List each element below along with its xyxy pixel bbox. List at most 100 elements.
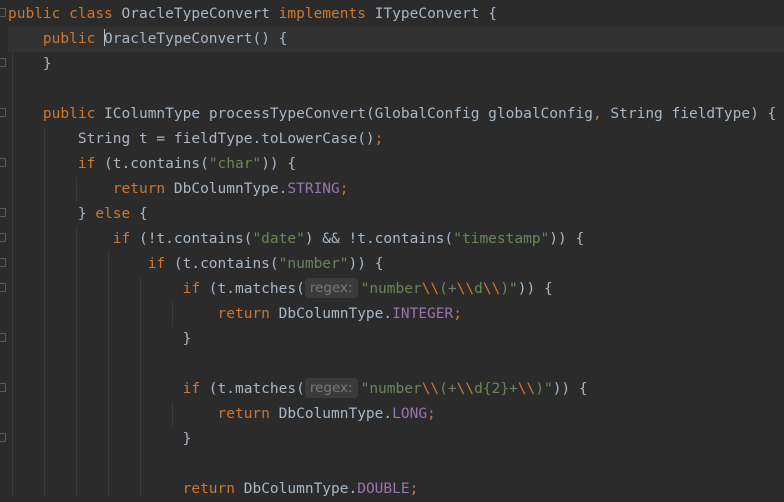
keyword: if <box>77 156 96 172</box>
ctor-rest: () { <box>252 31 288 47</box>
code-text: { <box>130 206 148 222</box>
enum-constant: INTEGER <box>392 306 454 322</box>
code-text: )) { <box>348 256 384 272</box>
keyword: if <box>182 281 201 297</box>
keyword: return <box>217 306 270 322</box>
escape-sequence: \\ <box>456 381 475 397</box>
fold-marker-icon[interactable] <box>0 8 6 17</box>
statement: String t = fieldType.toLowerCase() <box>77 131 375 147</box>
code-text: (t.matches( <box>200 381 305 397</box>
code-text: DbColumnType. <box>269 306 393 322</box>
string-literal: d{2}+ <box>474 381 518 397</box>
code-line[interactable]: return DbColumnType.LONG; <box>8 402 784 427</box>
keyword: else <box>95 206 131 222</box>
fold-marker-icon[interactable] <box>0 433 6 442</box>
string-literal: (+ <box>439 381 457 397</box>
code-line[interactable]: if (t.contains("char")) { <box>8 152 784 177</box>
code-line[interactable]: } <box>8 327 784 352</box>
code-text: )) { <box>552 381 588 397</box>
fold-marker-icon[interactable] <box>0 158 6 167</box>
fold-marker-icon[interactable] <box>0 58 6 67</box>
keyword: if <box>182 381 201 397</box>
code-text: (!t.contains( <box>130 231 253 247</box>
ctor-name-first: O <box>104 31 113 47</box>
string-literal: "number <box>360 381 422 397</box>
escape-sequence: \\ <box>517 381 536 397</box>
keyword: if <box>112 231 131 247</box>
string-literal: (+ <box>439 281 457 297</box>
keyword: class <box>69 6 113 22</box>
string-literal: )" <box>535 381 553 397</box>
code-line[interactable]: return DbColumnType.INTEGER; <box>8 302 784 327</box>
code-text: )) { <box>549 231 585 247</box>
code-line[interactable]: if (t.contains("number")) { <box>8 252 784 277</box>
keyword: public <box>42 31 96 47</box>
code-text: ) && !t.contains( <box>304 231 454 247</box>
string-literal: "date" <box>252 231 305 247</box>
code-line[interactable]: } <box>8 427 784 452</box>
fold-marker-icon[interactable] <box>0 258 6 267</box>
fold-marker-icon[interactable] <box>0 333 6 342</box>
brace: } <box>182 331 192 347</box>
code-line[interactable]: return DbColumnType.DOUBLE; <box>8 477 784 502</box>
string-literal: d <box>474 281 483 297</box>
code-line-current[interactable]: public OracleTypeConvert() { <box>8 27 784 52</box>
code-line[interactable]: public class OracleTypeConvert implement… <box>8 2 784 27</box>
code-line[interactable]: if (!t.contains("date") && !t.contains("… <box>8 227 784 252</box>
code-line[interactable]: } else { <box>8 202 784 227</box>
string-literal: )" <box>500 281 518 297</box>
class-name: OracleTypeConvert <box>121 6 270 22</box>
semicolon: ; <box>374 131 384 147</box>
code-text: (t.matches( <box>200 281 305 297</box>
string-literal: "number" <box>278 256 349 272</box>
fold-marker-icon[interactable] <box>0 233 6 242</box>
code-line[interactable]: public IColumnType processTypeConvert(Gl… <box>8 102 784 127</box>
code-line[interactable]: if (t.matches(regex: "number\\(+\\d{2}+\\… <box>8 377 784 402</box>
keyword: return <box>217 406 270 422</box>
code-line[interactable]: if (t.matches(regex: "number\\(+\\d\\)"))… <box>8 277 784 302</box>
enum-constant: DOUBLE <box>357 481 410 497</box>
interface-name: ITypeConvert <box>374 6 480 22</box>
fold-marker-icon[interactable] <box>0 108 6 117</box>
fold-marker-icon[interactable] <box>0 208 6 217</box>
fold-marker-icon[interactable] <box>0 383 6 392</box>
keyword: if <box>147 256 166 272</box>
code-text: (t.contains( <box>165 256 279 272</box>
string-literal: "char" <box>208 156 262 172</box>
code-line[interactable]: } <box>8 52 784 77</box>
keyword: return <box>112 181 166 197</box>
code-line[interactable]: String t = fieldType.toLowerCase(); <box>8 127 784 152</box>
ctor-name-rest: racleTypeConvert <box>112 31 253 47</box>
code-text: )) { <box>261 156 297 172</box>
keyword: return <box>182 481 235 497</box>
code-text: )) { <box>517 281 553 297</box>
code-line[interactable]: return DbColumnType.STRING; <box>8 177 784 202</box>
code-text: (t.contains( <box>95 156 209 172</box>
escape-sequence: \\ <box>482 281 501 297</box>
code-text: DbColumnType. <box>235 481 358 497</box>
escape-sequence: \\ <box>456 281 475 297</box>
code-text: DbColumnType. <box>165 181 288 197</box>
enum-constant: STRING <box>287 181 340 197</box>
semicolon: ; <box>427 406 436 422</box>
brace: { <box>488 6 497 22</box>
semicolon: ; <box>409 481 419 497</box>
brace: } <box>182 431 192 447</box>
return-type: IColumnType <box>104 106 201 122</box>
editor-gutter[interactable] <box>0 0 8 496</box>
string-literal: "timestamp" <box>453 231 550 247</box>
semicolon: ; <box>453 306 462 322</box>
keyword: implements <box>278 6 366 22</box>
semicolon: ; <box>339 181 349 197</box>
comma: , <box>592 106 602 122</box>
method-name: processTypeConvert <box>208 106 366 122</box>
code-text: DbColumnType. <box>269 406 393 422</box>
parameter-hint: regex: <box>304 278 358 298</box>
code-editor[interactable]: public class OracleTypeConvert implement… <box>8 0 784 497</box>
code-text: } <box>77 206 96 222</box>
fold-marker-icon[interactable] <box>0 283 6 292</box>
escape-sequence: \\ <box>421 281 440 297</box>
string-literal: "number <box>360 281 422 297</box>
enum-constant: LONG <box>392 406 428 422</box>
keyword: public <box>42 106 96 122</box>
